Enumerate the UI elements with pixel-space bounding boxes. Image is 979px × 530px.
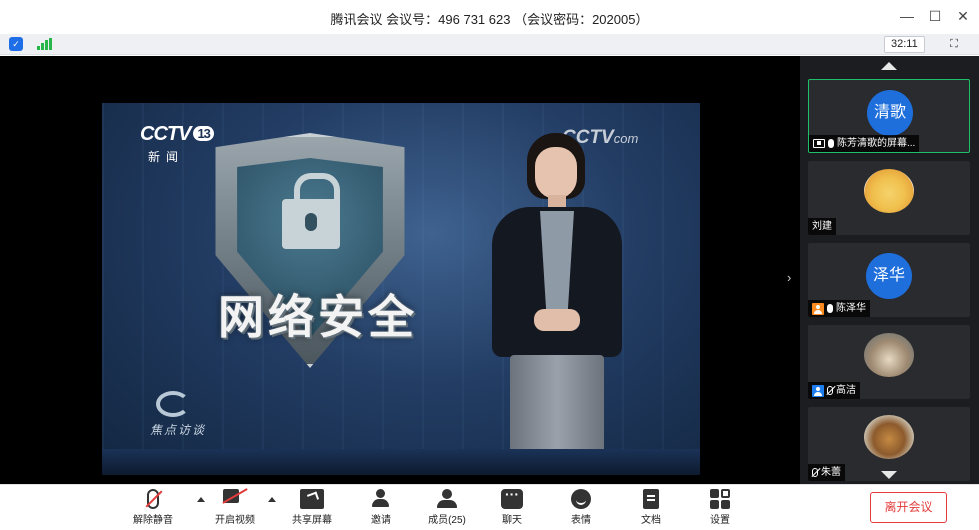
mic-off-icon (827, 386, 833, 395)
program-logo-icon (156, 391, 190, 417)
mic-muted-icon (147, 489, 159, 509)
start-video-button[interactable]: 开启视频 (207, 489, 263, 527)
leave-meeting-button[interactable]: 离开会议 (870, 492, 947, 523)
participant-name-bar: 陈芳清歌的屏幕... (809, 135, 920, 152)
participant-name: 陈泽华 (836, 303, 866, 314)
participant-tile[interactable]: 清歌 陈芳清歌的屏幕... (808, 79, 970, 153)
share-screen-icon (300, 489, 324, 509)
user-icon (812, 384, 824, 397)
reactions-button[interactable]: 表情 (553, 489, 609, 527)
camera-off-icon (223, 489, 247, 509)
participant-name-bar: 朱蕾 (808, 464, 845, 481)
documents-button[interactable]: 文档 (623, 489, 679, 527)
video-options-caret-icon[interactable] (268, 497, 276, 502)
mic-icon (828, 139, 834, 148)
channel-subtitle: 新闻 (148, 150, 185, 164)
participant-name-bar: 高洁 (808, 382, 860, 399)
unmute-label: 解除静音 (133, 515, 173, 526)
meeting-timer: 32:11 (884, 36, 925, 53)
participant-name: 陈芳清歌的屏幕... (837, 138, 916, 149)
reactions-label: 表情 (571, 515, 591, 526)
participant-name: 刘建 (812, 221, 832, 232)
video-caption: 网络安全 (218, 291, 418, 343)
members-button[interactable]: 成员(25) (419, 489, 475, 527)
participant-avatar (864, 333, 914, 377)
chat-icon (501, 486, 523, 509)
start-video-label: 开启视频 (215, 515, 255, 526)
participant-avatar (864, 415, 914, 459)
members-icon (436, 489, 458, 509)
chat-label: 聊天 (502, 515, 522, 526)
channel-logo: CCTV 13 (140, 123, 214, 146)
invite-label: 邀请 (371, 515, 391, 526)
fullscreen-icon[interactable]: ⛶ (945, 36, 963, 53)
participant-avatar: 清歌 (867, 90, 913, 136)
participant-name-bar: 刘建 (808, 218, 836, 235)
program-logo: 焦点访谈 (150, 423, 207, 437)
panel-expand-chevron-icon[interactable]: › (787, 270, 791, 285)
settings-label: 设置 (710, 515, 730, 526)
scroll-up-arrow-icon[interactable] (881, 62, 897, 70)
meeting-info-bar: ✓ 32:11 ⛶ (0, 34, 979, 55)
participant-name-bar: 陈泽华 (808, 300, 870, 317)
mic-icon (827, 304, 833, 313)
emoji-icon (571, 489, 591, 509)
share-screen-button[interactable]: 共享屏幕 (284, 489, 340, 527)
network-signal-icon[interactable] (37, 38, 53, 50)
invite-user-icon (371, 489, 391, 509)
minimize-button[interactable]: — (897, 6, 917, 26)
unmute-button[interactable]: 解除静音 (125, 489, 181, 527)
members-label: 成员(25) (428, 515, 466, 526)
invite-button[interactable]: 邀请 (353, 489, 409, 527)
participant-name: 朱蕾 (821, 467, 841, 478)
scroll-down-arrow-icon[interactable] (881, 471, 897, 479)
news-anchor-figure (482, 133, 632, 475)
participant-tile[interactable]: 刘建 (808, 161, 970, 235)
documents-label: 文档 (641, 515, 661, 526)
participant-avatar: 泽华 (866, 253, 912, 299)
participant-tile[interactable]: 高洁 (808, 325, 970, 399)
document-icon (643, 489, 659, 509)
share-screen-label: 共享屏幕 (292, 515, 332, 526)
user-icon (812, 302, 824, 315)
audio-options-caret-icon[interactable] (197, 497, 205, 502)
chat-button[interactable]: 聊天 (484, 486, 540, 527)
participant-tile[interactable]: 朱蕾 (808, 407, 970, 481)
window-title: 腾讯会议 会议号：496 731 623 （会议密码：202005） (330, 12, 649, 27)
participant-name: 高洁 (836, 385, 856, 396)
studio-floor (102, 449, 700, 475)
title-bar: 腾讯会议 会议号：496 731 623 （会议密码：202005） — ☐ ✕ (0, 0, 979, 34)
mic-off-icon (812, 468, 818, 477)
settings-button[interactable]: 设置 (692, 489, 748, 527)
shared-screen-video: CCTV 13 新闻 CCTVcom 网络安全 焦点访谈 (102, 103, 700, 475)
meeting-toolbar: 解除静音 开启视频 共享屏幕 邀请 成员(25) 聊天 表情 文档 (0, 484, 979, 530)
maximize-button[interactable]: ☐ (925, 6, 945, 26)
security-shield-icon[interactable]: ✓ (9, 37, 23, 51)
settings-grid-icon (710, 489, 730, 509)
participant-avatar (864, 169, 914, 213)
screen-share-icon (813, 139, 825, 148)
participant-tile[interactable]: 泽华 陈泽华 (808, 243, 970, 317)
channel-number: 13 (193, 126, 214, 141)
close-button[interactable]: ✕ (953, 6, 973, 26)
padlock-keyhole (305, 213, 317, 231)
main-stage: CCTV 13 新闻 CCTVcom 网络安全 焦点访谈 › (0, 56, 800, 484)
